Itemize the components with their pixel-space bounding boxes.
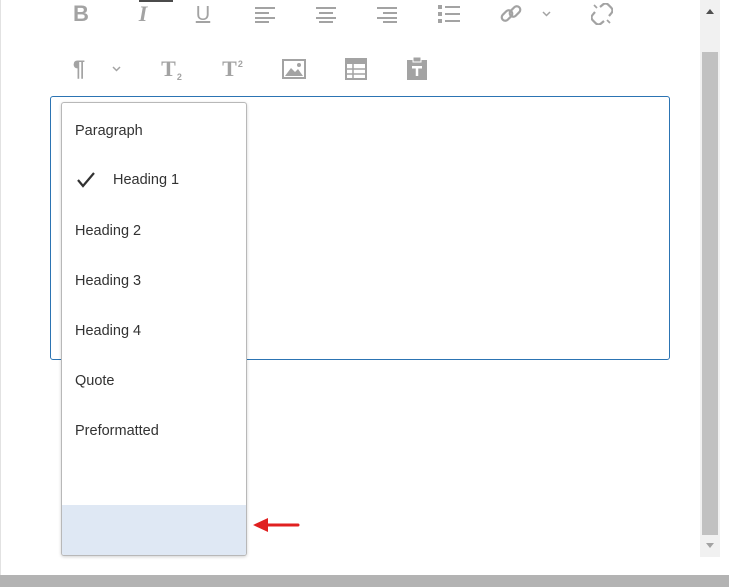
red-arrow-annotation: [253, 518, 300, 532]
align-right-button[interactable]: [372, 0, 402, 28]
table-icon: [345, 58, 367, 80]
format-option-label: Heading 3: [75, 273, 142, 289]
scrollbar-thumb[interactable]: [702, 52, 718, 535]
format-option-heading-2[interactable]: Heading 2: [62, 215, 246, 247]
format-option-paragraph[interactable]: Paragraph: [62, 115, 246, 147]
format-dropdown-toggle[interactable]: [108, 59, 124, 79]
format-option-highlighted-empty[interactable]: [62, 505, 246, 555]
format-option-label: Heading 1: [113, 172, 180, 188]
italic-button[interactable]: I: [128, 0, 158, 28]
arrow-up-icon: [706, 9, 714, 14]
image-icon: [282, 59, 306, 79]
format-option-label: Preformatted: [75, 423, 159, 439]
chevron-down-icon: [541, 11, 551, 17]
link-options-dropdown[interactable]: [538, 4, 554, 24]
format-dropdown-menu: Paragraph Heading 1 Heading 2 Heading 3 …: [61, 102, 247, 556]
format-option-heading-1[interactable]: Heading 1: [62, 164, 246, 196]
align-center-icon: [316, 7, 336, 23]
underline-button[interactable]: U: [188, 0, 218, 28]
chevron-down-icon: [111, 66, 121, 72]
scroll-up-button[interactable]: [700, 0, 720, 22]
underline-icon: U: [195, 2, 211, 25]
link-button[interactable]: [496, 0, 526, 28]
italic-icon: I: [138, 1, 148, 26]
dialog-left-edge: [0, 0, 1, 575]
paragraph-format-icon: ¶: [72, 56, 86, 81]
insert-image-button[interactable]: [279, 55, 309, 83]
align-left-icon: [255, 7, 275, 23]
format-option-heading-4[interactable]: Heading 4: [62, 315, 246, 347]
checkmark-icon: [77, 172, 95, 188]
rich-text-dialog: B I U ¶ T2 T2 Paragraph Heading 1 Headin…: [0, 0, 729, 587]
unlink-icon: [591, 3, 613, 25]
bulleted-list-button[interactable]: [434, 0, 464, 28]
format-option-heading-3[interactable]: Heading 3: [62, 265, 246, 297]
align-right-icon: [377, 7, 397, 23]
bold-icon: B: [73, 1, 89, 26]
superscript-button[interactable]: T2: [217, 55, 247, 83]
subscript-button[interactable]: T2: [156, 55, 186, 83]
scroll-down-button[interactable]: [700, 535, 720, 557]
arrow-down-icon: [706, 543, 714, 548]
format-button[interactable]: ¶: [64, 55, 94, 83]
insert-table-button[interactable]: [341, 55, 371, 83]
window-bottom-edge: [0, 575, 729, 587]
format-option-label: Heading 2: [75, 223, 142, 239]
link-icon: [500, 5, 522, 22]
format-option-label: Paragraph: [75, 123, 143, 139]
format-option-label: Quote: [75, 373, 115, 389]
format-option-preformatted[interactable]: Preformatted: [62, 415, 246, 447]
subscript-icon: T2: [161, 56, 182, 82]
format-option-quote[interactable]: Quote: [62, 365, 246, 397]
paste-as-text-icon: [407, 57, 427, 80]
paste-as-text-button[interactable]: [402, 55, 432, 83]
unlink-button[interactable]: [587, 0, 617, 28]
align-left-button[interactable]: [250, 0, 280, 28]
align-center-button[interactable]: [311, 0, 341, 28]
bulleted-list-icon: [438, 5, 460, 23]
format-option-label: Heading 4: [75, 323, 142, 339]
superscript-icon: T2: [222, 56, 243, 81]
bold-button[interactable]: B: [66, 0, 96, 28]
